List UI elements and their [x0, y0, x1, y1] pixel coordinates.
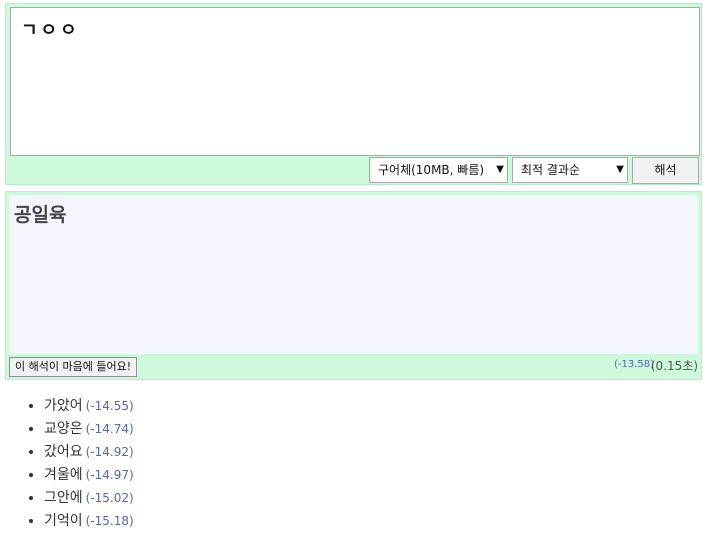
model-select[interactable]: 구어체(10MB, 빠름) ▼ — [369, 157, 508, 183]
alternative-score: (-15.02) — [85, 491, 134, 505]
result-score: (-13.58) — [613, 359, 654, 370]
alternative-score: (-14.97) — [85, 468, 134, 482]
input-textarea[interactable]: ㄱㅇㅇ — [10, 7, 700, 156]
alternative-score: (-14.55) — [85, 399, 134, 413]
result-panel: 공일육 이 해석이 마음에 들어요! (-13.58) (0.15초) — [5, 191, 702, 380]
alternative-word: 가았어 — [44, 398, 83, 414]
list-item[interactable]: 그안에(-15.02) — [44, 487, 134, 510]
list-item[interactable]: 교양은(-14.74) — [44, 418, 134, 441]
sort-select[interactable]: 최적 결과순 ▼ — [512, 157, 628, 183]
dropdown-arrow-icon: ▼ — [496, 164, 504, 175]
alternative-word: 기억이 — [44, 513, 83, 529]
model-select-value: 구어체(10MB, 빠름) — [378, 163, 485, 177]
input-panel: ㄱㅇㅇ 구어체(10MB, 빠름) ▼ 최적 결과순 ▼ 해석 — [5, 3, 702, 185]
result-text: 공일육 — [9, 195, 698, 354]
list-item[interactable]: 겨울에(-14.97) — [44, 464, 134, 487]
alternative-word: 갔어요 — [44, 444, 83, 460]
list-item[interactable]: 기억이(-15.18) — [44, 510, 134, 533]
alternative-score: (-15.18) — [85, 514, 134, 528]
alternatives-list: 가았어(-14.55) 교양은(-14.74) 갔어요(-14.92) 겨울에(… — [26, 395, 134, 533]
alternative-score: (-14.92) — [85, 445, 134, 459]
elapsed-time: (0.15초) — [650, 359, 698, 373]
alternative-word: 겨울에 — [44, 467, 83, 483]
dropdown-arrow-icon: ▼ — [616, 164, 624, 175]
list-item[interactable]: 갔어요(-14.92) — [44, 441, 134, 464]
list-item[interactable]: 가았어(-14.55) — [44, 395, 134, 418]
analyze-button[interactable]: 해석 — [632, 157, 699, 184]
sort-select-value: 최적 결과순 — [521, 163, 581, 177]
alternative-word: 그안에 — [44, 490, 83, 506]
alternative-score: (-14.74) — [85, 422, 134, 436]
alternative-word: 교양은 — [44, 421, 83, 437]
like-button[interactable]: 이 해석이 마음에 들어요! — [9, 357, 138, 377]
